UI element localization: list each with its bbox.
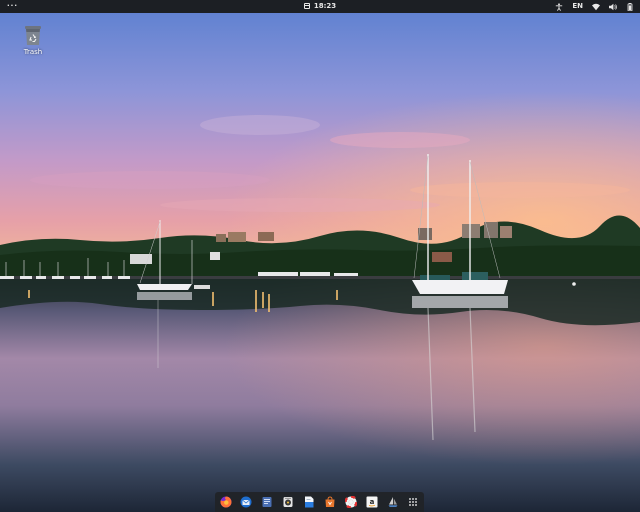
battery-icon[interactable] <box>626 0 634 13</box>
top-bar: ··· 18:23 EN <box>0 0 640 13</box>
rhythmbox-icon[interactable] <box>282 496 295 509</box>
help-icon[interactable] <box>344 496 357 509</box>
accessibility-icon[interactable] <box>555 0 563 13</box>
desktop-icon-trash[interactable]: Trash <box>18 24 48 56</box>
software-center-icon[interactable] <box>323 496 336 509</box>
system-tray[interactable]: EN <box>555 0 634 13</box>
calendar-icon <box>303 3 310 9</box>
keyboard-layout-indicator[interactable]: EN <box>572 0 583 13</box>
libreoffice-writer-icon[interactable] <box>303 496 316 509</box>
dock: a <box>215 492 424 512</box>
network-wifi-icon[interactable] <box>592 0 600 13</box>
volume-icon[interactable] <box>609 0 617 13</box>
svg-text:a: a <box>369 498 374 506</box>
firefox-icon[interactable] <box>219 496 232 509</box>
desktop-icon-label: Trash <box>23 48 43 56</box>
files-icon[interactable] <box>261 496 274 509</box>
thunderbird-icon[interactable] <box>240 496 253 509</box>
desktop-wallpaper <box>0 0 640 512</box>
clock-button[interactable]: 18:23 <box>0 0 640 13</box>
amazon-icon[interactable]: a <box>365 496 378 509</box>
trash-icon <box>24 24 42 46</box>
app-grid-icon[interactable] <box>407 496 420 509</box>
clock-time: 18:23 <box>313 2 337 10</box>
sailboat-icon[interactable] <box>386 496 399 509</box>
